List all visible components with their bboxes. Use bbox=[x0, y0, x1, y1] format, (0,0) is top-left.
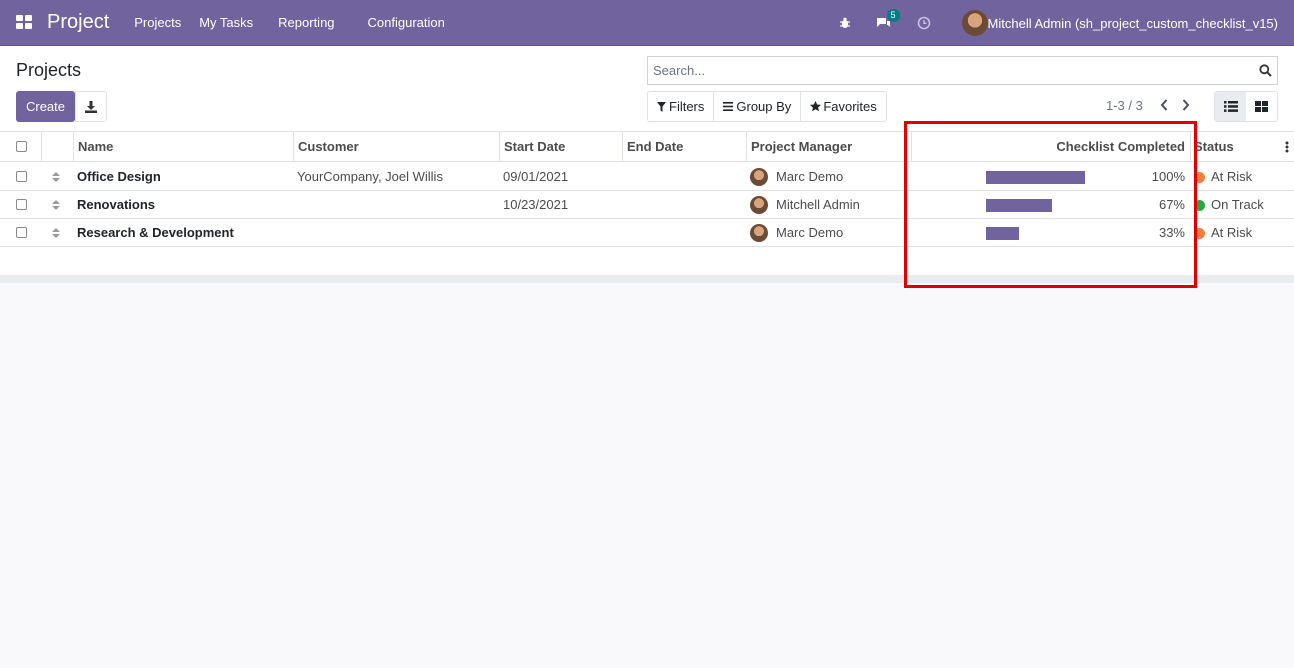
column-header-customer[interactable]: Customer bbox=[293, 132, 499, 162]
start-date: 09/01/2021 bbox=[503, 169, 569, 184]
favorites-button[interactable]: Favorites bbox=[801, 92, 885, 121]
row-checkbox[interactable] bbox=[16, 227, 27, 238]
start-date: 10/23/2021 bbox=[503, 197, 569, 212]
user-menu[interactable]: Mitchell Admin (sh_project_custom_checkl… bbox=[988, 16, 1278, 31]
pager-previous-button[interactable] bbox=[1156, 97, 1172, 113]
search-input[interactable] bbox=[648, 57, 1253, 84]
manager-avatar bbox=[750, 168, 768, 186]
main-menu: Projects My Tasks Reporting Configuratio… bbox=[125, 0, 454, 46]
filters-label: Filters bbox=[669, 99, 705, 114]
messages-icon[interactable]: 5 bbox=[876, 9, 900, 31]
kanban-view-button[interactable] bbox=[1246, 92, 1277, 121]
column-header-end-date[interactable]: End Date bbox=[622, 132, 746, 162]
systray: 5 Mitchell Admin (sh_project_custom_chec… bbox=[837, 0, 1294, 46]
manager-avatar bbox=[750, 196, 768, 214]
menu-projects[interactable]: Projects bbox=[125, 0, 190, 46]
row-checkbox[interactable] bbox=[16, 199, 27, 210]
column-header-project-manager[interactable]: Project Manager bbox=[746, 132, 911, 162]
filters-button[interactable]: Filters bbox=[648, 92, 715, 121]
row-checkbox[interactable] bbox=[16, 171, 27, 182]
column-header-name[interactable]: Name bbox=[73, 132, 293, 162]
list-view-button[interactable] bbox=[1215, 92, 1246, 121]
search-options: Filters Group By Favorites bbox=[647, 91, 887, 122]
menu-my-tasks[interactable]: My Tasks bbox=[190, 0, 262, 46]
debug-bug-icon[interactable] bbox=[837, 15, 853, 31]
status-label: At Risk bbox=[1211, 225, 1253, 240]
export-button[interactable] bbox=[75, 91, 107, 122]
manager-name: Mitchell Admin bbox=[776, 197, 860, 212]
pager-value[interactable]: 1-3 / 3 bbox=[1106, 98, 1143, 113]
optional-columns-icon[interactable] bbox=[1285, 141, 1289, 156]
group-by-button[interactable]: Group By bbox=[714, 92, 802, 121]
download-icon bbox=[85, 100, 97, 113]
manager-name: Marc Demo bbox=[776, 225, 844, 240]
pager-next-button[interactable] bbox=[1178, 97, 1194, 113]
handle-column-header bbox=[41, 132, 74, 162]
group-by-label: Group By bbox=[736, 99, 792, 114]
filter-icon bbox=[657, 101, 666, 112]
chevron-right-icon bbox=[1182, 99, 1190, 111]
drag-handle-icon[interactable] bbox=[52, 227, 60, 239]
project-name: Research & Development bbox=[77, 225, 234, 240]
menu-reporting[interactable]: Reporting bbox=[269, 0, 343, 46]
top-navbar: Project Projects My Tasks Reporting Conf… bbox=[0, 0, 1294, 46]
column-header-status[interactable]: Status bbox=[1190, 132, 1280, 162]
project-name: Office Design bbox=[77, 169, 161, 184]
status-label: On Track bbox=[1211, 197, 1264, 212]
app-brand[interactable]: Project bbox=[47, 11, 109, 34]
manager-avatar bbox=[750, 224, 768, 242]
activity-clock-icon[interactable] bbox=[916, 15, 932, 31]
menu-configuration[interactable]: Configuration bbox=[359, 0, 454, 46]
view-switcher bbox=[1214, 91, 1278, 122]
create-button[interactable]: Create bbox=[16, 91, 75, 122]
status-label: At Risk bbox=[1211, 169, 1253, 184]
star-icon bbox=[810, 101, 822, 112]
page-title: Projects bbox=[16, 60, 82, 80]
user-avatar[interactable] bbox=[961, 10, 988, 36]
favorites-label: Favorites bbox=[823, 99, 877, 114]
messages-badge: 5 bbox=[886, 9, 900, 22]
column-header-start-date[interactable]: Start Date bbox=[499, 132, 622, 162]
bars-icon bbox=[723, 102, 734, 111]
drag-handle-icon[interactable] bbox=[52, 171, 60, 183]
customer-name: YourCompany, Joel Willis bbox=[297, 169, 443, 184]
highlight-box bbox=[904, 121, 1197, 288]
manager-name: Marc Demo bbox=[776, 169, 844, 184]
control-panel: Projects Create Filters Group By Favorit… bbox=[0, 46, 1294, 132]
grid-icon bbox=[1255, 101, 1268, 112]
apps-menu-icon[interactable] bbox=[16, 15, 33, 30]
select-all-checkbox[interactable] bbox=[16, 141, 27, 152]
chevron-left-icon bbox=[1160, 99, 1168, 111]
project-name: Renovations bbox=[77, 197, 156, 212]
search-bar bbox=[647, 56, 1278, 85]
drag-handle-icon[interactable] bbox=[52, 199, 60, 211]
search-icon[interactable] bbox=[1253, 64, 1277, 77]
list-icon bbox=[1223, 101, 1238, 112]
